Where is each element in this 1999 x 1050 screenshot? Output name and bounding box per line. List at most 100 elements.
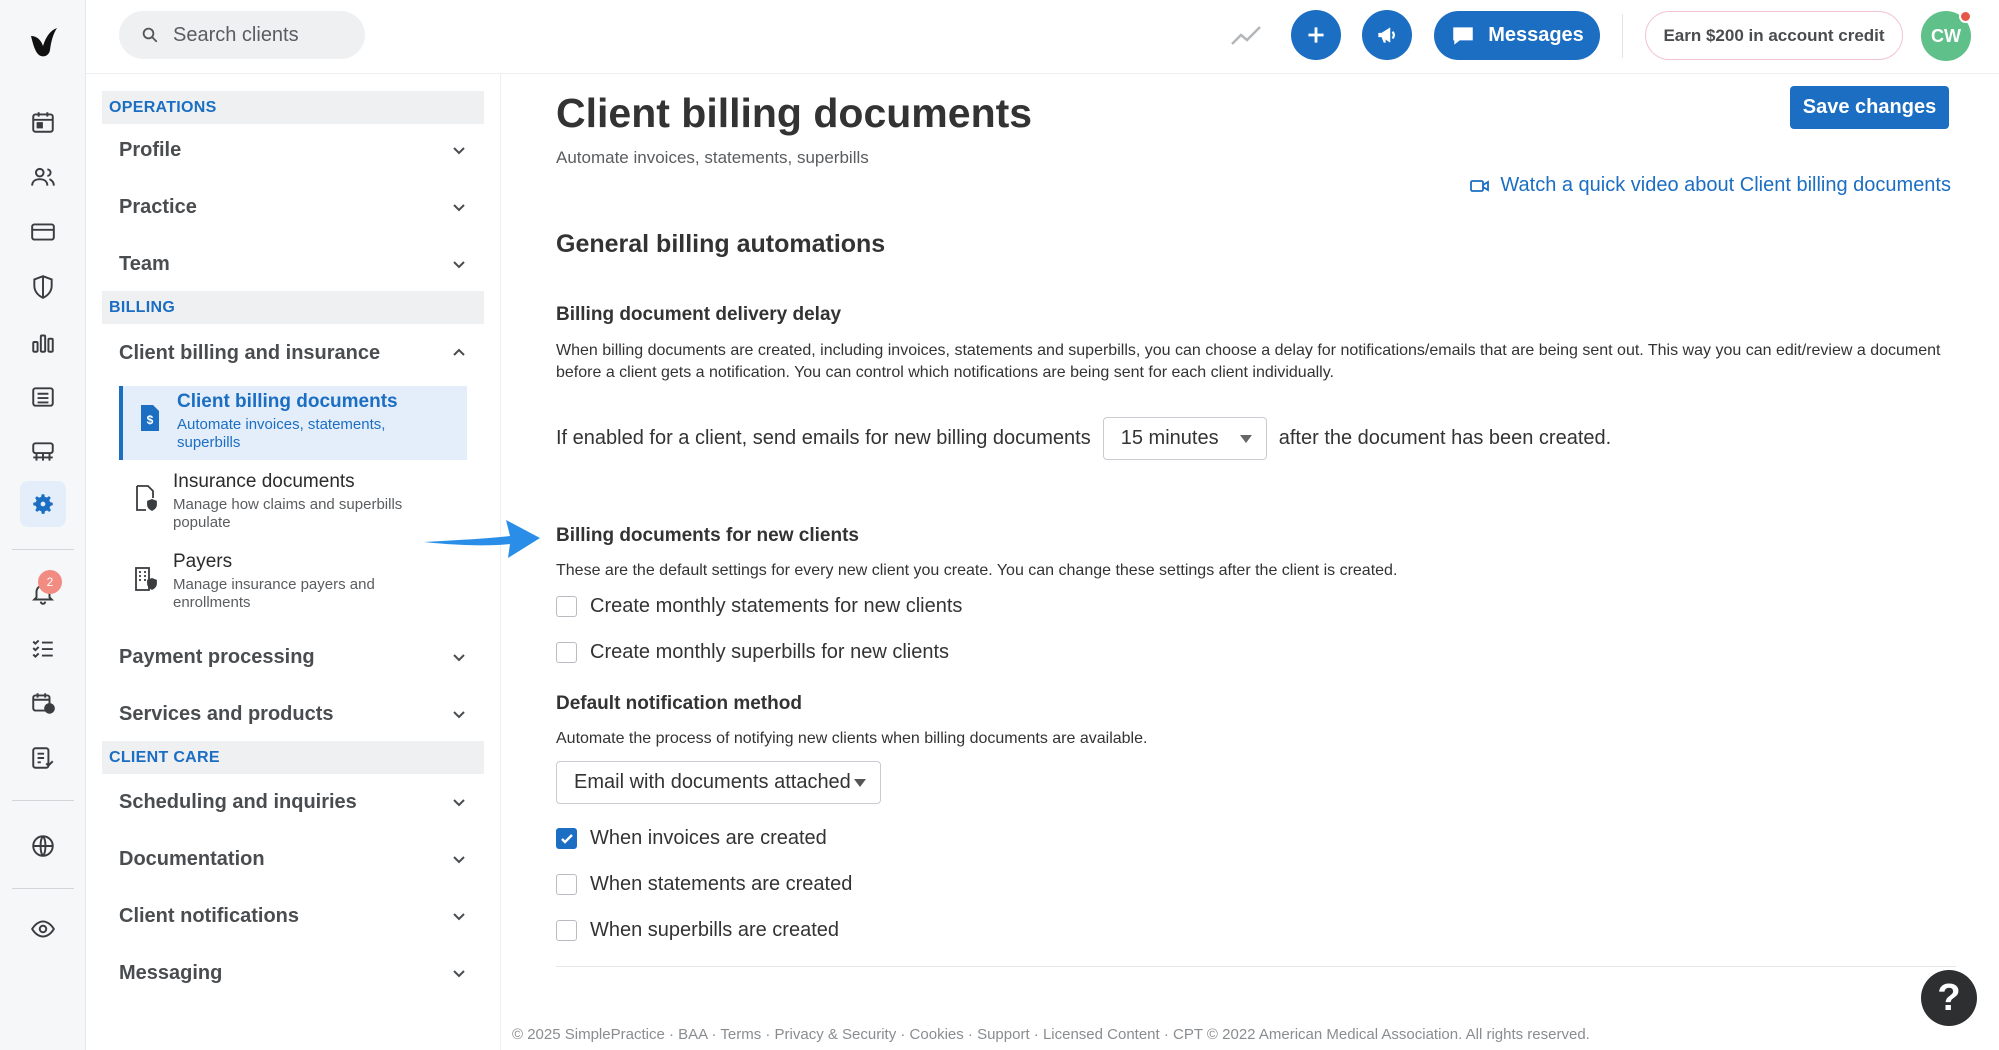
search-box[interactable] [119,11,365,59]
announcements-button[interactable] [1362,10,1412,60]
caret-down-icon [854,778,866,787]
delay-heading: Billing document delivery delay [556,304,842,325]
avatar-initials: CW [1931,25,1961,46]
section-heading-operations: OPERATIONS [102,91,484,124]
billing-icon[interactable] [20,209,66,255]
subitem-client-billing-documents[interactable]: $ Client billing documents Automate invo… [119,386,467,460]
main-content: Client billing documents Automate invoic… [424,74,1999,1050]
settings-icon[interactable] [20,481,66,527]
status-dot [1959,10,1972,23]
checkbox-checked[interactable] [556,828,577,849]
delay-prefix: If enabled for a client, send emails for… [556,427,1091,449]
option-superbills-created[interactable]: When superbills are created [556,919,839,942]
earn-credit-button[interactable]: Earn $200 in account credit [1645,11,1903,60]
caret-down-icon [1239,434,1252,443]
chevron-down-icon [453,913,465,921]
notification-method-value: Email with documents attached [574,771,851,793]
option-statements-created[interactable]: When statements are created [556,873,852,896]
icon-rail: 2 [0,0,86,1050]
footer-text: © 2025 SimplePractice · BAA · Terms · Pr… [512,1026,1590,1043]
subitem-title: Payers [173,551,233,572]
check-icon [560,833,573,844]
sidebar-item-client-notifications[interactable]: Client notifications [119,896,469,936]
option-invoices-created[interactable]: When invoices are created [556,827,827,850]
section-heading-client-care: CLIENT CARE [102,741,484,774]
option-label: When statements are created [590,873,853,895]
calendar-icon[interactable] [20,99,66,145]
delay-description: When billing documents are created, incl… [556,342,1941,381]
video-link-label: Watch a quick video about Client billing… [1500,174,1951,196]
messages-label: Messages [1488,24,1584,46]
trend-icon[interactable] [1228,18,1264,54]
checkbox[interactable] [556,642,577,663]
search-icon [142,27,158,43]
sidebar-item-payment-processing[interactable]: Payment processing [119,637,469,677]
billing-document-icon: $ [141,405,159,431]
earn-credit-label: Earn $200 in account credit [1663,25,1885,45]
subitem-insurance-documents[interactable]: Insurance documents Manage how claims an… [119,466,467,544]
list-icon[interactable] [20,374,66,420]
logo-icon[interactable] [23,22,63,62]
avatar[interactable]: CW [1921,10,1972,61]
plus-icon [1308,27,1324,43]
divider [556,966,1956,967]
shield-icon[interactable] [20,264,66,310]
option-monthly-superbills[interactable]: Create monthly superbills for new client… [556,641,949,664]
checkbox[interactable] [556,920,577,941]
clients-icon[interactable] [20,154,66,200]
add-button[interactable] [1291,10,1341,60]
subitem-desc: Manage insurance payers and enrollments [173,576,375,611]
notification-description: Automate the process of notifying new cl… [556,730,1148,747]
search-input[interactable] [173,23,353,47]
marketplace-icon[interactable] [20,429,66,475]
sidebar-item-messaging[interactable]: Messaging [119,953,469,993]
calendar-check-icon[interactable] [20,680,66,726]
page-title: Client billing documents [556,90,1033,136]
payers-building-icon [135,567,157,591]
notification-method-select[interactable]: Email with documents attached [556,761,881,804]
subitem-desc: Manage how claims and superbills populat… [173,496,403,531]
megaphone-icon [1378,27,1395,43]
delay-suffix: after the document has been created. [1278,427,1612,449]
option-label: When superbills are created [590,919,840,941]
option-monthly-statements[interactable]: Create monthly statements for new client… [556,595,962,618]
option-label: Create monthly superbills for new client… [590,641,950,663]
chevron-down-icon [453,147,465,155]
sidebar-item-team[interactable]: Team [119,244,469,284]
sidebar-item-documentation[interactable]: Documentation [119,839,469,879]
subitem-payers[interactable]: Payers Manage insurance payers and enrol… [119,546,467,624]
sidebar-item-scheduling[interactable]: Scheduling and inquiries [119,782,469,822]
sidebar-item-practice[interactable]: Practice [119,187,469,227]
insurance-document-icon [136,485,157,512]
chevron-down-icon [453,261,465,269]
messages-button[interactable]: Messages [1434,11,1600,60]
help-button[interactable]: ? [1921,970,1977,1026]
eye-icon[interactable] [20,906,66,952]
reports-icon[interactable] [20,735,66,781]
delay-value: 15 minutes [1120,427,1219,449]
delay-setting-row: If enabled for a client, send emails for… [556,417,1611,460]
subitem-title: Insurance documents [173,471,355,492]
option-label: When invoices are created [590,827,827,849]
tasks-icon[interactable] [20,625,66,671]
chevron-down-icon [453,654,465,662]
checkbox[interactable] [556,596,577,617]
notification-badge: 2 [38,570,62,594]
globe-icon[interactable] [20,823,66,869]
analytics-icon[interactable] [20,319,66,365]
delay-select[interactable]: 15 minutes [1102,417,1267,460]
chevron-down-icon [453,711,465,719]
subitem-desc: Automate invoices, statements, superbill… [177,416,386,451]
save-button[interactable]: Save changes [1790,86,1949,129]
sidebar-item-client-billing-insurance[interactable]: Client billing and insurance [119,333,469,373]
option-label: Create monthly statements for new client… [590,595,963,617]
section-heading-billing: BILLING [102,291,484,324]
checkbox[interactable] [556,874,577,895]
sidebar-item-services-products[interactable]: Services and products [119,694,469,734]
new-clients-heading: Billing documents for new clients [556,525,859,546]
video-link[interactable]: Watch a quick video about Client billing… [1470,174,1951,197]
page-subtitle: Automate invoices, statements, superbill… [556,148,869,167]
sidebar-item-profile[interactable]: Profile [119,130,469,170]
subitem-title: Client billing documents [177,391,398,412]
chevron-down-icon [453,970,465,978]
